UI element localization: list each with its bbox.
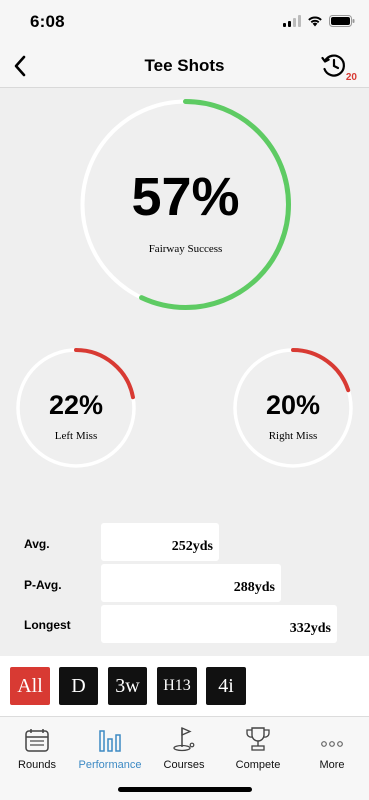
trophy-icon [246, 727, 270, 751]
tab-courses[interactable]: Courses [148, 723, 220, 773]
tab-performance[interactable]: Performance [74, 723, 146, 773]
stat-label-longest: Longest [24, 618, 71, 632]
right-miss-ring: 20% Right Miss [233, 348, 353, 468]
right-miss-value: 20% [265, 390, 321, 420]
club-filter-bar: All D 3w H13 4i [0, 656, 369, 716]
left-miss-ring: 22% Left Miss [16, 348, 136, 468]
stat-bar-longest: 332yds [101, 605, 337, 643]
golf-flag-icon [173, 727, 195, 752]
filter-h13-button[interactable]: H13 [157, 667, 197, 705]
tab-more-label: More [319, 759, 345, 771]
stat-bar-p-avg: 288yds [101, 564, 281, 602]
left-miss-label: Left Miss [54, 430, 98, 442]
wifi-icon [308, 16, 322, 27]
status-icons [283, 15, 355, 27]
nav-bar: Tee Shots 20 [0, 44, 369, 88]
tab-courses-label: Courses [163, 759, 205, 771]
right-miss-label: Right Miss [268, 430, 318, 442]
history-clock-icon [321, 54, 345, 77]
filter-4i-button[interactable]: 4i [206, 667, 246, 705]
calendar-icon [25, 729, 49, 752]
tab-rounds[interactable]: Rounds [1, 723, 73, 773]
history-button[interactable]: 20 [321, 51, 357, 83]
tab-compete[interactable]: Compete [222, 723, 294, 773]
stat-row-p-avg: P-Avg. 288yds [0, 564, 369, 604]
left-miss-value: 22% [48, 390, 104, 420]
stat-row-longest: Longest 332yds [0, 605, 369, 645]
tab-compete-label: Compete [235, 759, 281, 771]
stat-label-p-avg: P-Avg. [24, 578, 62, 592]
signal-icon [283, 15, 301, 27]
fairway-success-value: 57% [131, 167, 240, 227]
filter-driver-button[interactable]: D [59, 667, 98, 705]
bar-chart-icon [99, 730, 121, 752]
stat-bar-avg: 252yds [101, 523, 219, 561]
stat-value-longest: 332yds [289, 621, 331, 636]
fairway-success-label: Fairway Success [148, 243, 223, 255]
history-count-badge: 20 [345, 72, 357, 83]
filter-all-button[interactable]: All [10, 667, 50, 705]
fairway-success-ring: 57% Fairway Success [79, 98, 292, 311]
stat-value-avg: 252yds [171, 539, 213, 554]
status-time: 6:08 [30, 12, 65, 31]
tab-rounds-label: Rounds [18, 759, 56, 771]
bottom-tab-bar: Rounds Performance Courses Compete More [0, 716, 369, 800]
stat-label-avg: Avg. [24, 537, 50, 551]
status-bar: 6:08 [0, 0, 369, 44]
tab-more[interactable]: More [296, 723, 368, 773]
home-indicator [118, 787, 252, 792]
page-title: Tee Shots [144, 56, 225, 75]
filter-3w-button[interactable]: 3w [108, 667, 147, 705]
stat-value-p-avg: 288yds [233, 580, 275, 595]
battery-icon [329, 15, 355, 27]
tab-performance-label: Performance [78, 759, 142, 771]
more-dots-icon [321, 741, 343, 747]
stat-row-avg: Avg. 252yds [0, 523, 369, 563]
